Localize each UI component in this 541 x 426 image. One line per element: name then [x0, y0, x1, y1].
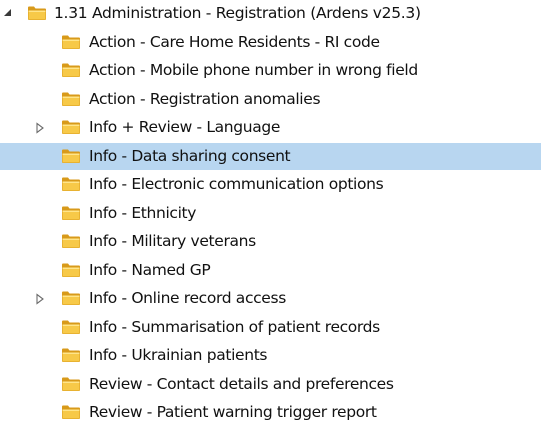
tree-item-label: Action - Care Home Residents - RI code: [89, 32, 380, 51]
tree-item-label: Info - Ukrainian patients: [89, 346, 268, 364]
tree-item-label: Review - Patient warning trigger report: [89, 403, 377, 421]
tree-item-info-ethnicity[interactable]: Info - Ethnicity: [0, 200, 541, 227]
tree-item-label: Info - Summarisation of patient records: [89, 317, 380, 336]
tree-item-label: Info - Named GP: [89, 260, 211, 279]
folder-icon: [62, 377, 80, 391]
tree-item-label: Info + Review - Language: [89, 118, 281, 136]
tree-item-info-electronic-communication-options[interactable]: Info - Electronic communication options: [0, 171, 541, 198]
tree-item-action-registration-anomalies[interactable]: Action - Registration anomalies: [0, 86, 541, 113]
tree-root-row[interactable]: 1.31 Administration - Registration (Arde…: [0, 0, 541, 27]
tree-item-label: Action - Registration anomalies: [89, 89, 321, 108]
tree-item-info-review-language[interactable]: Info + Review - Language: [0, 114, 541, 141]
folder-icon: [62, 263, 80, 277]
tree-item-label: Review - Contact details and preferences: [89, 374, 394, 393]
folder-icon: [62, 35, 80, 49]
tree-item-label: Action - Mobile phone number in wrong fi…: [89, 61, 418, 79]
tree-item-label: Info - Data sharing consent: [89, 146, 291, 165]
folder-icon: [62, 92, 80, 106]
folder-icon: [62, 206, 80, 220]
expanded-triangle-icon[interactable]: [2, 7, 14, 19]
folder-icon: [28, 6, 46, 20]
tree-item-label: Info - Online record access: [89, 289, 286, 307]
tree-item-review-contact-details-and-preferences[interactable]: Review - Contact details and preferences: [0, 371, 541, 398]
tree-item-action-mobile-phone-number-in-wrong-field[interactable]: Action - Mobile phone number in wrong fi…: [0, 57, 541, 84]
folder-icon: [62, 63, 80, 77]
folder-icon: [62, 120, 80, 134]
collapsed-triangle-icon[interactable]: [34, 122, 46, 134]
tree-item-info-online-record-access[interactable]: Info - Online record access: [0, 285, 541, 312]
folder-icon: [62, 405, 80, 419]
folder-icon: [62, 320, 80, 334]
tree-item-info-named-gp[interactable]: Info - Named GP: [0, 257, 541, 284]
folder-icon: [62, 291, 80, 305]
folder-icon: [62, 149, 80, 163]
tree-item-info-summarisation-of-patient-records[interactable]: Info - Summarisation of patient records: [0, 314, 541, 341]
collapsed-triangle-icon[interactable]: [34, 293, 46, 305]
tree-root-label: 1.31 Administration - Registration (Arde…: [54, 4, 421, 22]
folder-icon: [62, 177, 80, 191]
tree-item-action-care-home-residents-ri-code[interactable]: Action - Care Home Residents - RI code: [0, 29, 541, 56]
tree-item-info-military-veterans[interactable]: Info - Military veterans: [0, 228, 541, 255]
tree-item-info-data-sharing-consent[interactable]: Info - Data sharing consent: [0, 142, 541, 170]
tree-item-label: Info - Ethnicity: [89, 203, 197, 222]
tree-item-label: Info - Military veterans: [89, 232, 256, 250]
tree-item-info-ukrainian-patients[interactable]: Info - Ukrainian patients: [0, 342, 541, 369]
tree-item-review-patient-warning-trigger-report[interactable]: Review - Patient warning trigger report: [0, 399, 541, 426]
folder-icon: [62, 348, 80, 362]
folder-icon: [62, 234, 80, 248]
tree-item-label: Info - Electronic communication options: [89, 175, 384, 193]
